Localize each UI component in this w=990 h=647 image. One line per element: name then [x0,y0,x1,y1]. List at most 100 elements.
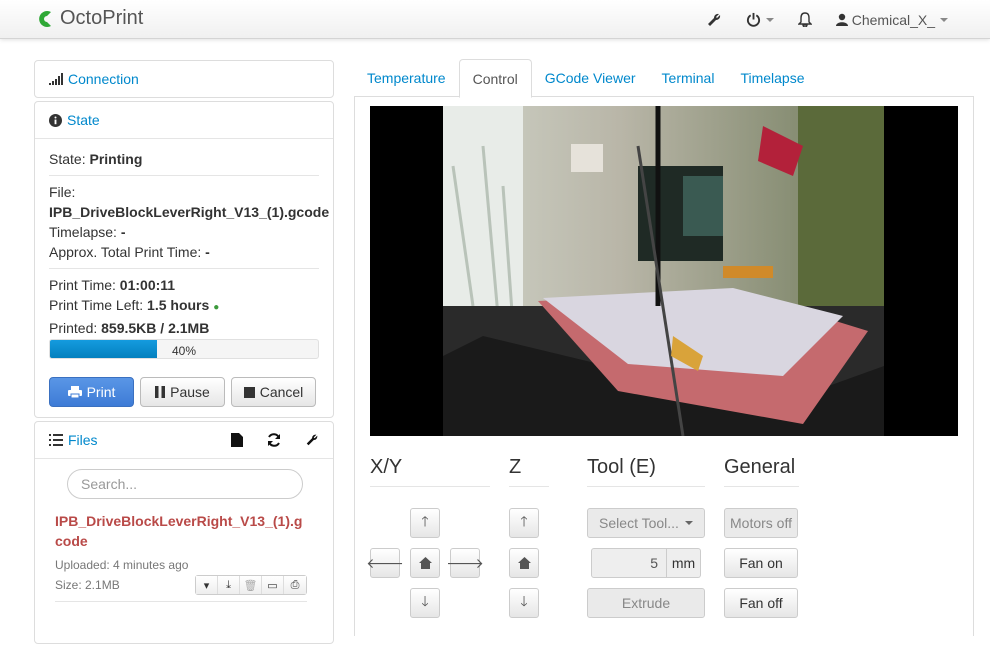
load-chevron-icon[interactable]: ▾ [196,576,218,594]
brand-name: OctoPrint [60,7,144,29]
stop-icon [243,386,255,398]
file-uploaded: Uploaded: 4 minutes ago [55,558,189,572]
home-z-button[interactable] [509,548,539,578]
connection-label: Connection [68,71,139,87]
file-value: IPB_DriveBlockLeverRight_V13_(1).gcode [49,204,330,220]
state-panel: State State: Printing File: IPB_DriveBlo… [34,101,334,418]
approx-key: Approx. Total Print Time: [49,244,202,260]
cancel-button-label: Cancel [259,384,304,400]
file-key: File: [49,184,76,200]
state-label: State [67,112,100,128]
general-title: General [724,456,796,478]
power-icon [746,12,760,27]
file-actions: ▾ ⤓ 🗑 ▭ ⎙ [195,575,307,595]
cancel-button[interactable]: Cancel [231,377,316,407]
jog-y-down-button[interactable]: 🡓 [410,588,440,618]
user-icon [835,13,848,26]
main-tabs: Temperature Control GCode Viewer Termina… [354,59,974,98]
printed-value: 859.5KB / 2.1MB [101,320,210,336]
select-tool-label: Select Tool... [599,515,679,531]
files-label: Files [68,432,98,448]
power-menu[interactable] [734,0,786,39]
fan-on-button[interactable]: Fan on [724,548,798,578]
file-row-bottom: Size: 2.1MB ▾ ⤓ 🗑 ▭ ⎙ [55,575,307,595]
files-search-input[interactable]: Search... [67,469,303,499]
printed-key: Printed: [49,320,98,336]
settings-wrench-icon[interactable] [694,0,734,39]
octoprint-logo-icon [39,10,51,27]
connection-panel: Connection [34,60,334,98]
timelapse-line: Timelapse: - [49,222,319,242]
print-time-line: Print Time: 01:00:11 [49,275,319,295]
extrude-amount-group: 5 mm [591,548,701,578]
tab-gcode-viewer[interactable]: GCode Viewer [532,59,649,97]
chevron-down-icon [684,521,693,525]
extrude-unit: mm [667,548,701,578]
state-line: State: Printing [49,149,319,169]
progress-bar: 40% [49,339,319,359]
trash-icon[interactable]: 🗑 [240,576,262,594]
pause-button-label: Pause [170,384,210,400]
fan-off-button[interactable]: Fan off [724,588,798,618]
wrench-icon[interactable] [305,433,319,447]
folder-open-icon[interactable]: ▭ [262,576,284,594]
connection-header[interactable]: Connection [35,61,333,97]
time-left-line: Print Time Left: 1.5 hours ● [49,295,319,318]
user-name: Chemical_X_ [851,11,935,28]
print-controls: Print Pause Cancel [49,377,319,407]
notifications-bell-icon[interactable] [786,0,824,39]
extrude-amount-input[interactable]: 5 [591,548,667,578]
control-panel: X/Y Z Tool (E) General 🡑 🡐 🡒 🡓 🡑 🡓 Selec… [354,96,974,636]
files-panel: Files Search... IPB_DriveBlockLeverRight… [34,421,334,644]
user-menu[interactable]: Chemical_X_ [824,0,960,39]
select-tool-dropdown[interactable]: Select Tool... [587,508,705,538]
chevron-down-icon [940,17,948,22]
files-body: Search... IPB_DriveBlockLeverRight_V13_(… [35,458,333,643]
state-body: State: Printing File: IPB_DriveBlockLeve… [35,138,333,417]
file-name-link[interactable]: IPB_DriveBlockLeverRight_V13_(1).gcode [55,511,305,551]
jog-z-down-button[interactable]: 🡓 [509,588,539,618]
refresh-icon[interactable] [267,433,281,447]
pause-icon [155,386,166,398]
brand[interactable]: OctoPrint [34,7,143,30]
timelapse-value: - [120,224,126,240]
approx-line: Approx. Total Print Time: - [49,242,319,262]
list-icon [49,434,63,446]
extrude-button[interactable]: Extrude [587,588,705,618]
tab-terminal[interactable]: Terminal [649,59,728,97]
time-left-key: Print Time Left: [49,297,144,313]
motors-off-button[interactable]: Motors off [724,508,798,538]
new-file-icon[interactable] [231,433,243,447]
xy-title: X/Y [370,456,403,478]
tab-temperature[interactable]: Temperature [354,59,459,97]
print-button[interactable]: Print [49,377,134,407]
progress-text: 40% [171,344,197,358]
printed-line: Printed: 859.5KB / 2.1MB [49,318,319,338]
status-dot-icon: ● [213,302,220,313]
chevron-down-icon [765,17,774,22]
jog-x-right-button[interactable]: 🡒 [446,548,484,578]
home-icon [517,557,531,569]
tab-control[interactable]: Control [458,59,532,98]
files-title[interactable]: Files [49,432,98,448]
approx-value: - [205,244,210,260]
print-time-value: 01:00:11 [119,277,176,293]
pause-button[interactable]: Pause [140,377,225,407]
print-file-icon[interactable]: ⎙ [284,576,306,594]
signal-icon [49,73,63,85]
printer-icon [67,386,82,398]
jog-x-left-button[interactable]: 🡐 [366,548,404,578]
tab-timelapse[interactable]: Timelapse [727,59,817,97]
timelapse-key: Timelapse: [49,224,117,240]
jog-z-up-button[interactable]: 🡑 [509,508,539,538]
print-time-key: Print Time: [49,277,116,293]
state-header[interactable]: State [35,102,333,138]
state-key: State: [49,151,86,167]
jog-y-up-button[interactable]: 🡑 [410,508,440,538]
download-icon[interactable]: ⤓ [218,576,240,594]
webcam-stream [370,106,958,436]
state-value: Printing [89,151,143,167]
home-xy-button[interactable] [410,548,440,578]
file-size: Size: 2.1MB [55,578,120,592]
home-icon [418,557,432,569]
